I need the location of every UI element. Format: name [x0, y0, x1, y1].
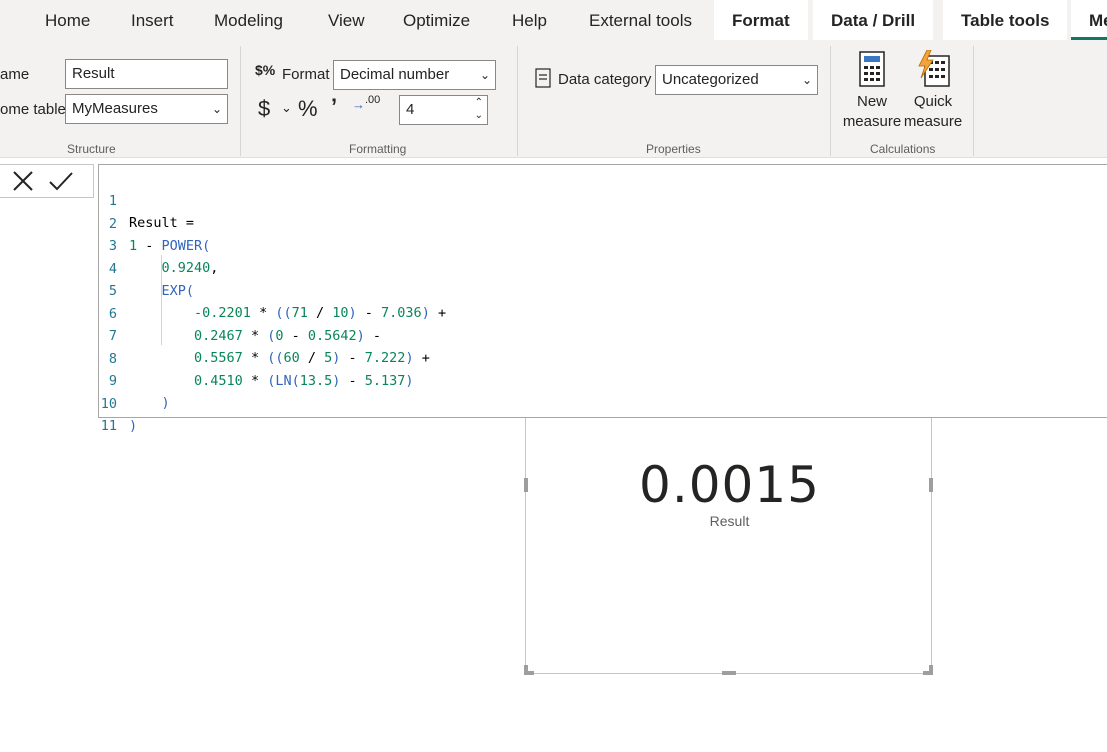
properties-group-label: Properties: [646, 142, 701, 156]
resize-handle-bottom-left-v[interactable]: [524, 665, 528, 675]
format-icon: $%: [255, 62, 276, 78]
tab-format[interactable]: Format: [714, 0, 808, 40]
data-category-icon: [535, 68, 551, 92]
data-category-select[interactable]: Uncategorized ⌄: [655, 65, 818, 95]
percent-icon[interactable]: %: [298, 96, 318, 122]
structure-group-label: Structure: [67, 142, 116, 156]
comma-icon[interactable]: ’: [331, 94, 337, 120]
quick-measure-button[interactable]: Quick measure: [902, 49, 964, 132]
dax-formula-editor[interactable]: 1 Result = 2 1 - POWER( 3 0.9240, 4 EXP(…: [98, 164, 1107, 434]
chevron-up-icon[interactable]: ⌃: [475, 96, 483, 109]
new-measure-label-2: measure: [842, 113, 902, 130]
tab-table-tools[interactable]: Table tools: [943, 0, 1068, 40]
tab-help[interactable]: Help: [512, 0, 547, 40]
code-line: 10 ): [99, 371, 137, 434]
code-line: 5 -0.2201 * ((71 / 10) - 7.036) +: [99, 258, 446, 321]
chevron-down-icon[interactable]: ⌄: [281, 100, 292, 116]
format-label: Format: [282, 66, 330, 83]
tab-measure-tools[interactable]: Me: [1071, 0, 1107, 40]
code-line: 9 ): [99, 348, 170, 411]
quick-measure-icon: [902, 49, 964, 92]
tab-view[interactable]: View: [328, 0, 365, 40]
data-category-value: Uncategorized: [662, 71, 759, 88]
quick-measure-label-2: measure: [903, 113, 963, 130]
decimal-places-value: 4: [406, 101, 415, 118]
code-line: 2 1 - POWER(: [99, 191, 210, 254]
close-icon[interactable]: [12, 170, 34, 197]
format-value: Decimal number: [340, 66, 450, 83]
menu-bar: Home Insert Modeling View Optimize Help …: [0, 0, 1107, 42]
code-line: 11: [99, 393, 132, 434]
card-label: Result: [709, 513, 750, 529]
formatting-group-label: Formatting: [349, 142, 407, 156]
code-line: 6 0.2467 * (0 - 0.5642) -: [99, 281, 381, 344]
tab-modeling[interactable]: Modeling: [214, 0, 283, 40]
code-line: 1 Result =: [99, 168, 194, 231]
chevron-down-icon: ⌄: [211, 102, 222, 116]
chevron-down-icon: ⌄: [479, 68, 490, 82]
resize-handle-bottom-right-v[interactable]: [929, 665, 933, 675]
resize-handle-right[interactable]: [929, 478, 933, 492]
resize-handle-bottom[interactable]: [722, 671, 736, 675]
calculations-group-label: Calculations: [870, 142, 936, 156]
chevron-down-icon[interactable]: ⌄: [475, 109, 483, 122]
ribbon: ame Result ome table MyMeasures ⌄ Struct…: [0, 42, 1107, 158]
divider: [830, 46, 831, 156]
card-visual[interactable]: 0.0015 Result: [524, 418, 933, 675]
decimal-places-icon[interactable]: →.00: [352, 94, 380, 112]
tab-optimize[interactable]: Optimize: [403, 0, 470, 40]
tab-external-tools[interactable]: External tools: [589, 0, 692, 40]
tab-insert[interactable]: Insert: [131, 0, 174, 40]
code-line: 7 0.5567 * ((60 / 5) - 7.222) +: [99, 303, 430, 366]
resize-handle-left[interactable]: [524, 478, 528, 492]
name-label: ame: [0, 66, 30, 83]
tab-data-drill[interactable]: Data / Drill: [813, 0, 934, 40]
new-measure-label-1: New: [856, 93, 887, 110]
home-table-select[interactable]: MyMeasures ⌄: [65, 94, 228, 124]
new-measure-button[interactable]: New measure: [842, 50, 902, 132]
home-table-label: ome table: [0, 101, 66, 118]
code-line: 3 0.9240,: [99, 213, 219, 276]
format-select[interactable]: Decimal number ⌄: [333, 60, 496, 90]
calculator-icon: [842, 50, 902, 92]
card-value: 0.0015: [639, 456, 820, 514]
decimal-places-stepper[interactable]: 4 ⌃ ⌄: [399, 95, 488, 125]
name-field[interactable]: Result: [65, 59, 228, 89]
chevron-down-icon: ⌄: [801, 73, 812, 87]
divider: [240, 46, 241, 156]
divider: [973, 46, 974, 156]
data-category-label: Data category: [558, 71, 652, 88]
formula-controls: [0, 164, 94, 198]
home-table-value: MyMeasures: [72, 100, 158, 117]
currency-icon[interactable]: $: [258, 96, 270, 122]
quick-measure-label-1: Quick: [913, 93, 953, 110]
checkmark-icon[interactable]: [48, 170, 74, 197]
code-line: 8 0.4510 * (LN(13.5) - 5.137): [99, 326, 414, 389]
divider: [517, 46, 518, 156]
line-number: 11: [100, 418, 117, 434]
tab-home[interactable]: Home: [45, 0, 90, 40]
code-line: 4 EXP(: [99, 236, 194, 299]
